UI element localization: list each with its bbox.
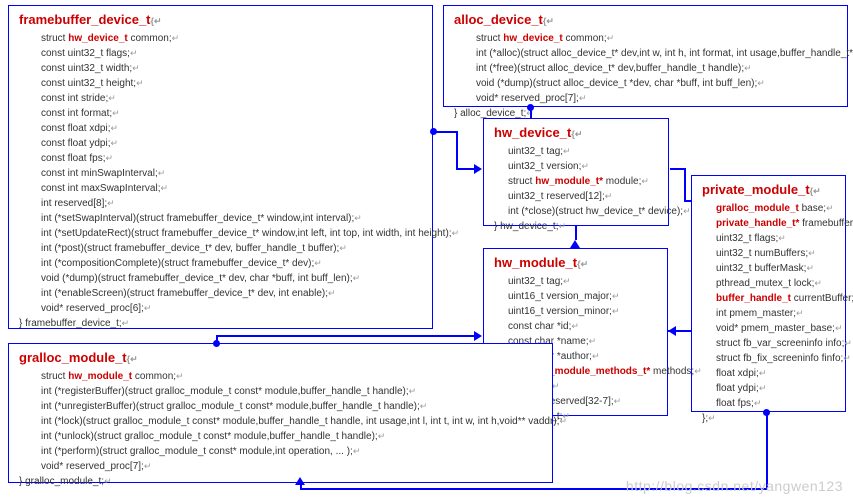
struct-line: struct hw_module_t* module; [508,174,658,189]
struct-line: int pmem_master; [716,306,835,321]
struct-line: uint32_t numBuffers; [716,246,835,261]
struct-line: float xdpi; [716,366,835,381]
close-framebuffer: } framebuffer_device_t; [19,316,422,331]
body-hwdev: uint32_t tag;uint32_t version;struct hw_… [494,144,658,219]
body-private: gralloc_module_t base;private_handle_t* … [702,201,835,411]
struct-line: const uint32_t width; [41,61,422,76]
line-fb-hwdev-h2 [456,168,476,170]
struct-line: int (*perform)(struct gralloc_module_t c… [41,444,542,459]
struct-line: struct fb_fix_screeninfo finfo; [716,351,835,366]
close-gralloc: } gralloc_module_t; [19,474,542,489]
struct-line: void* reserved_proc[6]; [41,301,422,316]
title-hwmod: hw_module_t{ [494,255,657,270]
struct-line: void (*dump)(struct alloc_device_t *dev,… [476,76,837,91]
struct-line: struct fb_var_screeninfo info; [716,336,835,351]
watermark: http://blog.csdn.net/yangwen123 [626,478,843,494]
arrow-fb-hwdev [474,164,482,174]
struct-line: const int maxSwapInterval; [41,181,422,196]
box-framebuffer: framebuffer_device_t{ struct hw_device_t… [8,5,433,329]
box-gralloc: gralloc_module_t{ struct hw_module_t com… [8,343,553,483]
struct-line: int (*free)(struct alloc_device_t* dev,b… [476,61,837,76]
struct-line: const float xdpi; [41,121,422,136]
line-gralloc-hwmod-h [216,335,474,337]
box-hwdev: hw_device_t{ uint32_t tag;uint32_t versi… [483,118,669,226]
arrow-hwdev-hwmod [570,240,580,248]
struct-line: uint32_t bufferMask; [716,261,835,276]
struct-line: const int stride; [41,91,422,106]
struct-line: pthread_mutex_t lock; [716,276,835,291]
struct-line: int (*compositionComplete)(struct frameb… [41,256,422,271]
struct-line: struct hw_device_t common; [41,31,422,46]
line-alloc-hwdev [530,107,532,118]
line-private-hwdev-v [684,168,686,202]
arrow-private-hwmod [668,326,676,336]
struct-line: uint16_t version_major; [508,289,657,304]
line-fb-hwdev-h [434,131,458,133]
struct-line: int (*setSwapInterval)(struct framebuffe… [41,211,422,226]
body-gralloc: struct hw_module_t common;int (*register… [19,369,542,474]
arrow-private-gralloc [295,477,305,485]
struct-line: int (*setUpdateRect)(struct framebuffer_… [41,226,422,241]
struct-line: void* pmem_master_base; [716,321,835,336]
line-fb-hwdev-v [456,131,458,170]
struct-line: struct hw_module_t common; [41,369,542,384]
struct-line: int (*post)(struct framebuffer_device_t*… [41,241,422,256]
arrow-gralloc-hwmod [474,331,482,341]
title-private: private_module_t{ [702,182,835,197]
struct-line: void* reserved_proc[7]; [41,459,542,474]
title-alloc: alloc_device_t{ [454,12,837,27]
struct-line: private_handle_t* framebuffer; [716,216,835,231]
title-gralloc: gralloc_module_t{ [19,350,542,365]
struct-line: int (*alloc)(struct alloc_device_t* dev,… [476,46,837,61]
struct-line: int (*close)(struct hw_device_t* device)… [508,204,658,219]
line-hwdev-hwmod [575,226,577,240]
struct-line: int (*enableScreen)(struct framebuffer_d… [41,286,422,301]
struct-line: uint32_t reserved[12]; [508,189,658,204]
box-private: private_module_t{ gralloc_module_t base;… [691,175,846,412]
struct-line: uint32_t flags; [716,231,835,246]
struct-line: int (*lock)(struct gralloc_module_t cons… [41,414,542,429]
struct-line: uint16_t version_minor; [508,304,657,319]
struct-line: const float ydpi; [41,136,422,151]
line-private-hwdev-h1 [684,200,691,202]
struct-line: const uint32_t height; [41,76,422,91]
title-framebuffer: framebuffer_device_t{ [19,12,422,27]
struct-line: uint32_t tag; [508,144,658,159]
body-alloc: struct hw_device_t common;int (*alloc)(s… [454,31,837,106]
struct-line: float ydpi; [716,381,835,396]
struct-line: buffer_handle_t currentBuffer; [716,291,835,306]
struct-line: int (*registerBuffer)(struct gralloc_mod… [41,384,542,399]
struct-line: const uint32_t flags; [41,46,422,61]
struct-line: const char *id; [508,319,657,334]
struct-line: int (*unlock)(struct gralloc_module_t co… [41,429,542,444]
struct-line: int reserved[8]; [41,196,422,211]
struct-line: gralloc_module_t base; [716,201,835,216]
box-alloc: alloc_device_t{ struct hw_device_t commo… [443,5,848,107]
struct-line: void (*dump)(struct framebuffer_device_t… [41,271,422,286]
struct-line: struct hw_device_t common; [476,31,837,46]
title-hwdev: hw_device_t{ [494,125,658,140]
body-framebuffer: struct hw_device_t common;const uint32_t… [19,31,422,316]
struct-line: int (*unregisterBuffer)(struct gralloc_m… [41,399,542,414]
struct-line: const int minSwapInterval; [41,166,422,181]
struct-line: float fps; [716,396,835,411]
struct-line: uint32_t version; [508,159,658,174]
line-private-hwdev-h2 [670,168,686,170]
struct-line: uint32_t tag; [508,274,657,289]
struct-line: const float fps; [41,151,422,166]
struct-line: const int format; [41,106,422,121]
